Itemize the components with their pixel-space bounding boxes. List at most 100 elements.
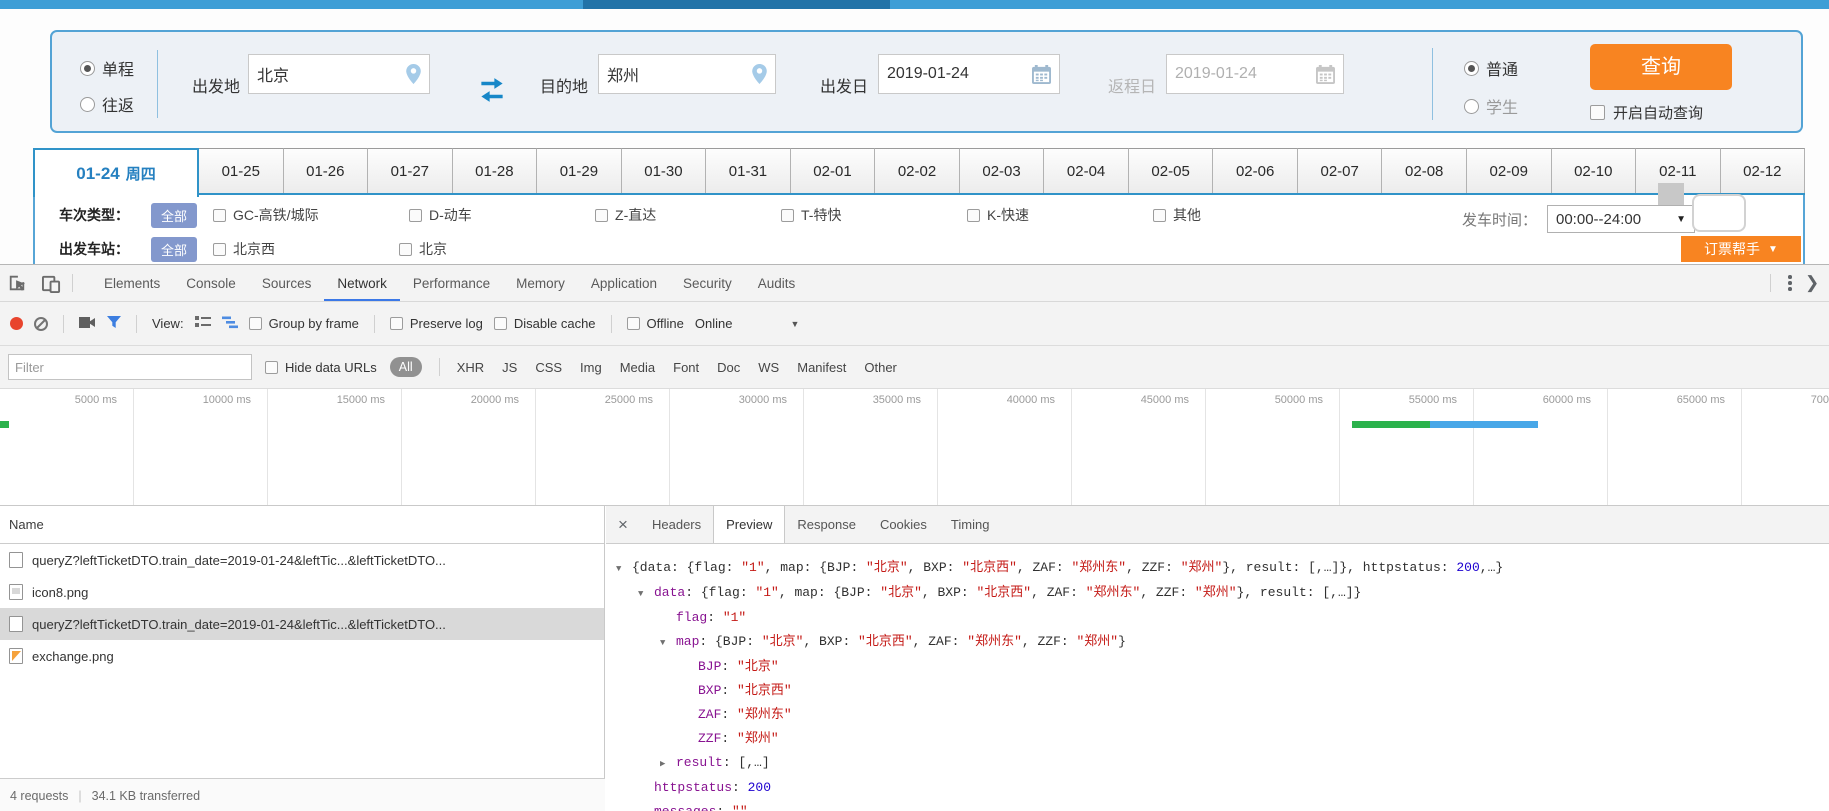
offline-option[interactable]: Offline xyxy=(626,316,684,331)
json-line[interactable]: messages: "" xyxy=(616,800,1829,811)
resource-type-manifest[interactable]: Manifest xyxy=(797,360,846,375)
resource-type-font[interactable]: Font xyxy=(673,360,699,375)
request-row[interactable]: queryZ?leftTicketDTO.train_date=2019-01-… xyxy=(0,544,604,576)
date-tab[interactable]: 02-06 xyxy=(1213,148,1298,193)
train-type-option[interactable]: K-快速 xyxy=(967,205,1153,225)
triangle-expanded-icon[interactable]: ▼ xyxy=(616,557,632,581)
from-input[interactable] xyxy=(257,65,406,83)
station-option-checkbox[interactable] xyxy=(399,242,413,256)
json-line[interactable]: ▶ result: [,…] xyxy=(616,751,1829,776)
to-input[interactable] xyxy=(607,65,752,83)
triangle-collapsed-icon[interactable]: ▶ xyxy=(660,752,676,776)
train-type-all-badge[interactable]: 全部 xyxy=(151,202,198,228)
group-by-frame-option[interactable]: Group by frame xyxy=(248,316,359,331)
clear-icon[interactable] xyxy=(34,316,48,331)
record-button[interactable] xyxy=(10,317,23,330)
json-line[interactable]: ZAF: "郑州东" xyxy=(616,703,1829,727)
depart-time-select[interactable]: 00:00--24:00 ▼ xyxy=(1547,205,1695,233)
waterfall-view-icon[interactable] xyxy=(221,316,238,332)
request-row[interactable]: exchange.png xyxy=(0,640,604,672)
station-option[interactable]: 北京西 xyxy=(213,239,399,259)
booking-helper-button[interactable]: 订票帮手 ▼ xyxy=(1681,236,1801,262)
resource-type-img[interactable]: Img xyxy=(580,360,602,375)
date-tab[interactable]: 01-29 xyxy=(537,148,622,193)
detail-tab-cookies[interactable]: Cookies xyxy=(868,506,939,543)
tab-scrollbar-thumb[interactable] xyxy=(1658,183,1684,205)
filter-input[interactable] xyxy=(8,354,252,380)
train-type-option-checkbox[interactable] xyxy=(595,208,609,222)
depart-station-all-badge[interactable]: 全部 xyxy=(151,236,198,262)
screenshot-camera-icon[interactable] xyxy=(79,316,96,332)
devtools-tab-audits[interactable]: Audits xyxy=(745,265,809,301)
devtools-tab-sources[interactable]: Sources xyxy=(249,265,325,301)
preserve-log-option[interactable]: Preserve log xyxy=(389,316,483,331)
date-tab[interactable]: 02-01 xyxy=(790,148,876,193)
date-tab[interactable]: 02-12 xyxy=(1720,148,1806,193)
date-tab[interactable]: 02-10 xyxy=(1551,148,1637,193)
devtools-tab-security[interactable]: Security xyxy=(670,265,745,301)
train-type-option[interactable]: GC-高铁/城际 xyxy=(213,205,409,225)
search-button[interactable]: 查询 xyxy=(1590,44,1732,90)
json-line[interactable]: BJP: "北京" xyxy=(616,655,1829,679)
date-tab[interactable]: 02-09 xyxy=(1466,148,1552,193)
resource-type-media[interactable]: Media xyxy=(620,360,655,375)
large-rows-view-icon[interactable] xyxy=(194,315,211,332)
close-icon[interactable]: × xyxy=(606,506,640,543)
date-tab[interactable]: 02-08 xyxy=(1382,148,1467,193)
train-type-option-checkbox[interactable] xyxy=(1153,208,1167,222)
resource-type-ws[interactable]: WS xyxy=(758,360,779,375)
passenger-type-radio-1[interactable]: 学生 xyxy=(1464,94,1518,118)
auto-query-option[interactable]: 开启自动查询 xyxy=(1590,102,1703,123)
hide-data-urls-option[interactable]: Hide data URLs xyxy=(265,360,377,375)
train-type-option[interactable]: D-动车 xyxy=(409,205,595,225)
auto-query-checkbox[interactable] xyxy=(1590,105,1605,120)
date-tab[interactable]: 01-27 xyxy=(368,148,453,193)
json-line[interactable]: BXP: "北京西" xyxy=(616,679,1829,703)
device-toolbar-icon[interactable] xyxy=(34,265,68,301)
json-line[interactable]: ▼ map: {BJP: "北京", BXP: "北京西", ZAF: "郑州东"… xyxy=(616,630,1829,655)
network-overview-timeline[interactable]: 5000 ms 10000 ms 15000 ms 20000 ms 25000 ms 3… xyxy=(0,389,1829,506)
date-tab[interactable]: 02-02 xyxy=(875,148,960,193)
devtools-tab-console[interactable]: Console xyxy=(173,265,249,301)
devtools-tab-network[interactable]: Network xyxy=(324,265,400,301)
station-option-checkbox[interactable] xyxy=(213,242,227,256)
chevron-right-icon[interactable]: ❯ xyxy=(1805,265,1827,301)
date-tab[interactable]: 01-31 xyxy=(706,148,791,193)
train-type-option[interactable]: 其他 xyxy=(1153,205,1263,225)
detail-tab-response[interactable]: Response xyxy=(785,506,868,543)
to-field[interactable] xyxy=(598,54,776,94)
resource-type-other[interactable]: Other xyxy=(864,360,897,375)
json-line[interactable]: ▼ {data: {flag: "1", map: {BJP: "北京", BXP… xyxy=(616,556,1829,581)
triangle-expanded-icon[interactable]: ▼ xyxy=(638,582,654,606)
date-tab[interactable]: 02-03 xyxy=(959,148,1045,193)
date-tab[interactable]: 02-04 xyxy=(1044,148,1129,193)
resource-type-xhr[interactable]: XHR xyxy=(457,360,484,375)
disable-cache-option[interactable]: Disable cache xyxy=(493,316,596,331)
train-type-option[interactable]: Z-直达 xyxy=(595,205,781,225)
station-option[interactable]: 北京 xyxy=(399,239,585,259)
resource-type-all[interactable]: All xyxy=(389,357,422,377)
name-column-header[interactable]: Name xyxy=(0,506,604,544)
resource-type-css[interactable]: CSS xyxy=(535,360,562,375)
devtools-tab-memory[interactable]: Memory xyxy=(503,265,578,301)
inspect-element-icon[interactable] xyxy=(0,265,34,301)
hide-data-urls-checkbox[interactable] xyxy=(265,360,278,374)
request-row[interactable]: icon8.png xyxy=(0,576,604,608)
date-tab[interactable]: 01-28 xyxy=(452,148,538,193)
train-type-option-checkbox[interactable] xyxy=(213,208,227,222)
throttling-dropdown[interactable]: Online ▼ xyxy=(695,316,800,331)
depart-date-field[interactable] xyxy=(878,54,1060,94)
devtools-tab-application[interactable]: Application xyxy=(578,265,670,301)
detail-tab-preview[interactable]: Preview xyxy=(713,506,786,543)
json-line[interactable]: ZZF: "郑州" xyxy=(616,727,1829,751)
json-line[interactable]: flag: "1" xyxy=(616,606,1829,630)
disable-cache-checkbox[interactable] xyxy=(493,317,507,330)
date-tab[interactable]: 01-30 xyxy=(621,148,707,193)
date-tab[interactable]: 01-25 xyxy=(199,148,284,193)
trip-type-radio-0[interactable]: 单程 xyxy=(80,56,134,80)
offline-checkbox[interactable] xyxy=(626,317,640,330)
swap-stations-icon[interactable] xyxy=(477,77,507,108)
more-options-icon[interactable] xyxy=(1775,265,1805,301)
detail-tab-headers[interactable]: Headers xyxy=(640,506,713,543)
preserve-log-checkbox[interactable] xyxy=(389,317,403,330)
